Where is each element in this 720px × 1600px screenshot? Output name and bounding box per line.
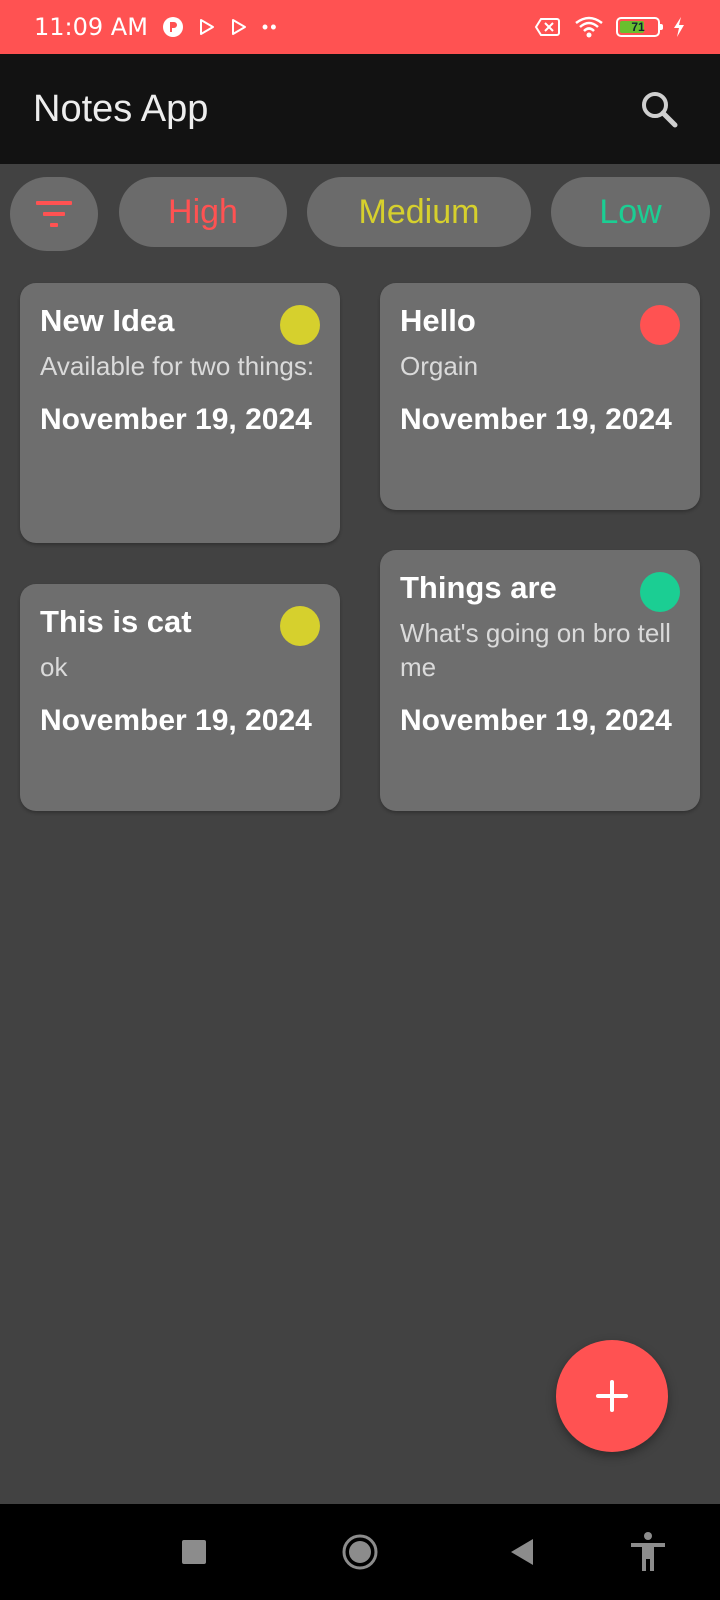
back-button[interactable]: [498, 1528, 546, 1576]
recents-button[interactable]: [170, 1528, 218, 1576]
note-date: November 19, 2024: [400, 704, 672, 737]
status-bar-left: 11:09 AM ••: [34, 13, 279, 41]
home-icon: [342, 1534, 378, 1570]
search-icon: [642, 92, 678, 128]
add-icon: [596, 1380, 628, 1412]
note-body: Available for two things:: [40, 351, 315, 381]
add-note-button[interactable]: [556, 1340, 668, 1452]
accessibility-button[interactable]: [624, 1528, 672, 1576]
note-date: November 19, 2024: [400, 403, 672, 436]
filter-chip-low[interactable]: Low: [551, 177, 710, 247]
note-body: Orgain: [400, 351, 479, 381]
priority-indicator: [280, 305, 320, 345]
battery-icon: 71: [616, 17, 663, 37]
priority-indicator: [280, 606, 320, 646]
battery-level-text: 71: [631, 20, 645, 34]
priority-filter-bar: High Medium Low: [0, 164, 720, 256]
home-button[interactable]: [336, 1528, 384, 1576]
note-body: What's going on bro tell me: [400, 618, 671, 682]
filter-button[interactable]: [10, 177, 98, 251]
note-card[interactable]: Things are What's going on bro tell me N…: [380, 550, 700, 811]
charging-icon: [672, 16, 686, 38]
note-card[interactable]: Hello Orgain November 19, 2024: [380, 283, 700, 510]
note-title: Things are: [400, 570, 557, 605]
no-sim-icon: [534, 16, 562, 38]
notification-app-icon: [162, 16, 184, 38]
priority-indicator: [640, 305, 680, 345]
filter-chip-high[interactable]: High: [119, 177, 287, 247]
note-card[interactable]: This is cat ok November 19, 2024: [20, 584, 340, 811]
wifi-icon: [574, 15, 604, 39]
back-icon: [511, 1539, 533, 1565]
note-date: November 19, 2024: [40, 403, 312, 436]
status-bar-right: 71: [534, 15, 686, 39]
accessibility-icon: [631, 1532, 665, 1571]
priority-indicator: [640, 572, 680, 612]
system-nav-bar: [0, 1504, 720, 1600]
status-bar: 11:09 AM •• 71: [0, 0, 720, 54]
filter-icon: [36, 201, 72, 227]
app-bar: Notes App: [0, 54, 720, 164]
recents-icon: [182, 1540, 206, 1564]
page-title: Notes App: [33, 87, 209, 130]
note-title: New Idea: [40, 303, 175, 338]
note-card[interactable]: New Idea Available for two things: Novem…: [20, 283, 340, 543]
status-time: 11:09 AM: [34, 13, 148, 41]
search-button[interactable]: [631, 81, 687, 137]
play-store-icon: [198, 18, 216, 36]
more-notifications-icon: ••: [261, 16, 279, 37]
note-title: Hello: [400, 303, 476, 338]
play-store-icon: [230, 18, 248, 36]
note-body: ok: [40, 652, 68, 682]
filter-chip-medium[interactable]: Medium: [307, 177, 531, 247]
note-title: This is cat: [40, 604, 192, 639]
note-date: November 19, 2024: [40, 704, 312, 737]
